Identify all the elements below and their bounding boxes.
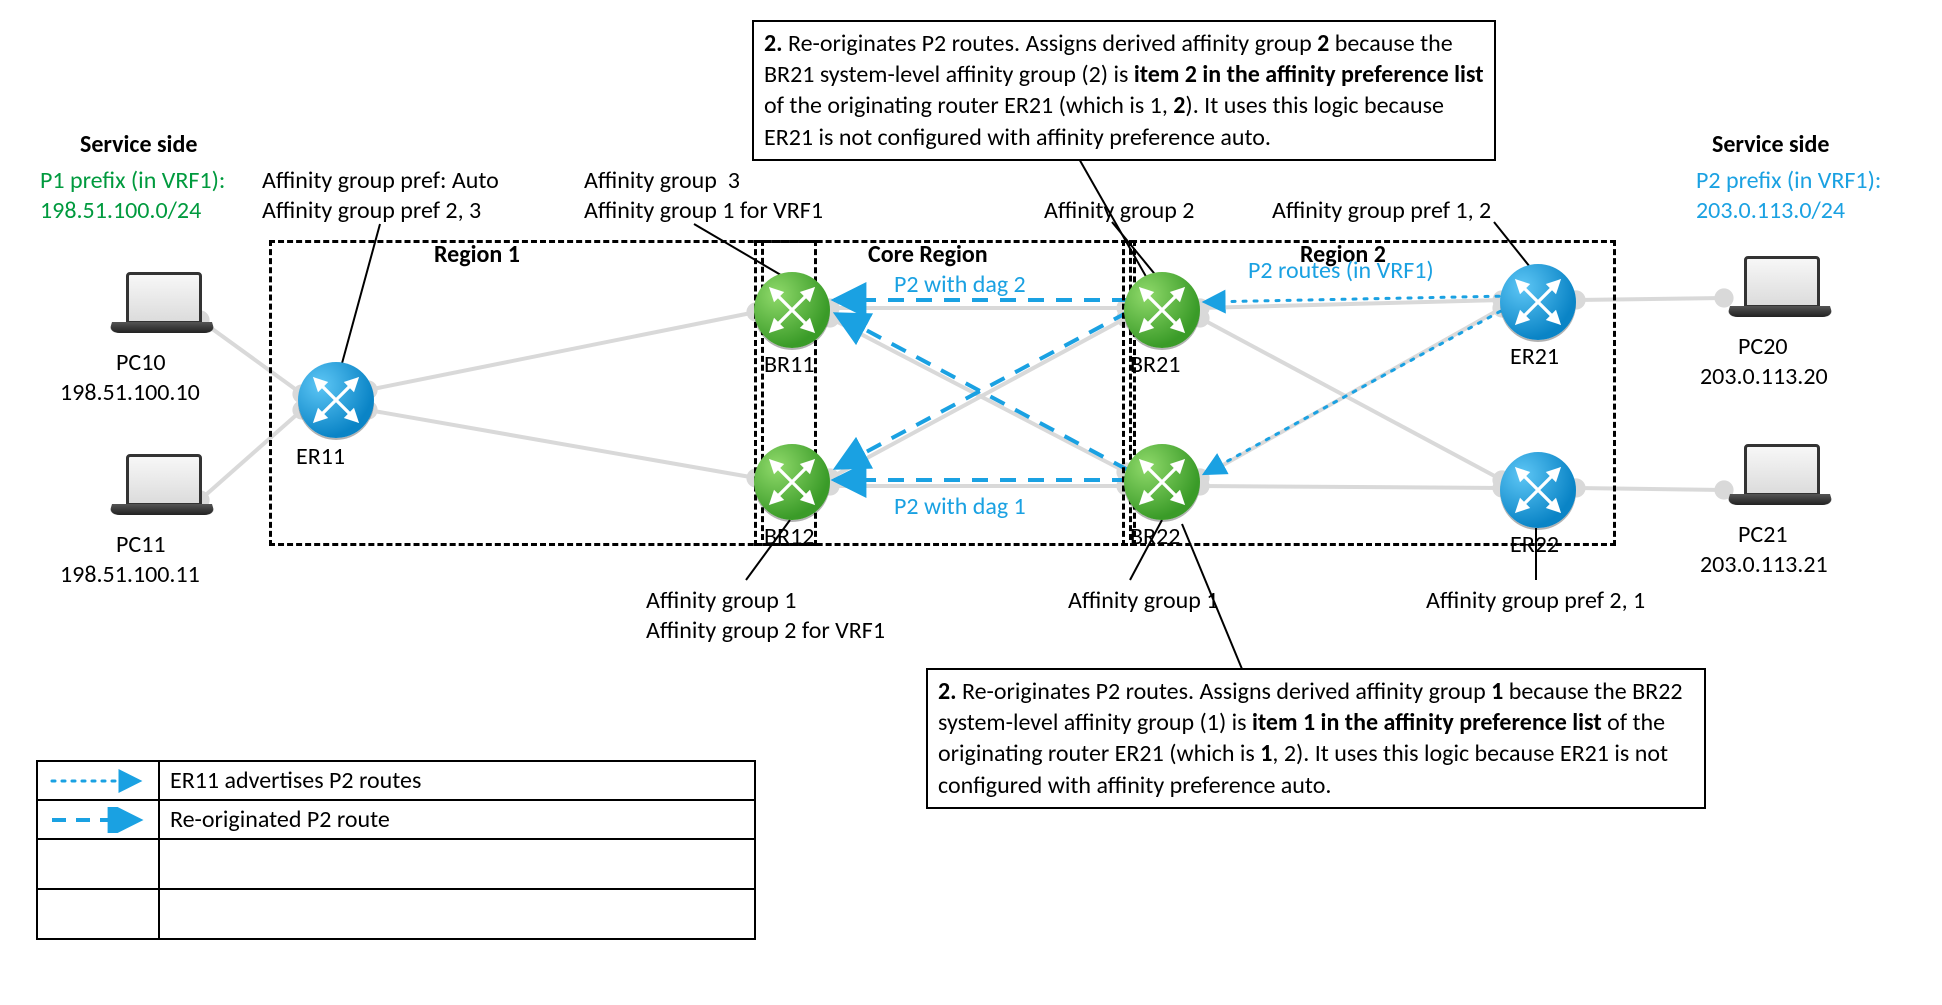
er21-affinity: Affinity group pref 1, 2 (1272, 196, 1491, 226)
core-region-label: Core Region (868, 240, 988, 270)
br11-router-icon (754, 272, 830, 348)
pc21-ip: 203.0.113.21 (1700, 550, 1828, 580)
br12-label: BR12 (764, 522, 814, 552)
br21-router-icon (1124, 272, 1200, 348)
er11-label: ER11 (296, 442, 345, 472)
legend-table: ER11 advertises P2 routes Re-originated … (36, 760, 756, 940)
legend-row2-text: Re-originated P2 route (159, 800, 755, 839)
legend-dashed-arrow-icon (48, 807, 148, 833)
br22-label: BR22 (1130, 522, 1180, 552)
br11-label: BR11 (764, 350, 814, 380)
diagram-canvas: { "headings": { "service_left": "Service… (0, 0, 1942, 1005)
legend-dotted-arrow-icon (48, 768, 148, 794)
br11-affinity-line2: Affinity group 1 for VRF1 (584, 196, 823, 226)
pc20-ip: 203.0.113.20 (1700, 362, 1828, 392)
legend-row-dashed: Re-originated P2 route (37, 800, 755, 839)
p2-prefix-line2: 203.0.113.0/24 (1696, 196, 1845, 226)
p2-dag2-label: P2 with dag 2 (894, 270, 1026, 300)
br12-router-icon (754, 444, 830, 520)
legend-row-dotted: ER11 advertises P2 routes (37, 761, 755, 800)
p2-routes-label: P2 routes (in VRF1) (1248, 256, 1434, 286)
br22-affinity: Affinity group 1 (1068, 586, 1218, 616)
pc10-laptop-icon (112, 272, 212, 342)
pc11-laptop-icon (112, 454, 212, 524)
pc10-name: PC10 (116, 348, 166, 378)
legend-row-empty-1 (37, 839, 755, 889)
service-side-left-heading: Service side (80, 130, 197, 160)
er22-router-icon (1500, 452, 1576, 528)
er21-router-icon (1500, 264, 1576, 340)
br22-router-icon (1124, 444, 1200, 520)
pc11-name: PC11 (116, 530, 166, 560)
pc21-name: PC21 (1738, 520, 1788, 550)
er11-affinity-line1: Affinity group pref: Auto (262, 166, 499, 196)
pc21-laptop-icon (1730, 444, 1830, 514)
pc11-ip: 198.51.100.11 (60, 560, 200, 590)
p2-prefix-line1: P2 prefix (in VRF1): (1696, 166, 1881, 196)
callout-br22: 2. Re-originates P2 routes. Assigns deri… (926, 668, 1706, 809)
legend-row-empty-2 (37, 889, 755, 939)
pc10-ip: 198.51.100.10 (60, 378, 200, 408)
er11-router-icon (298, 362, 374, 438)
br12-affinity-line1: Affinity group 1 (646, 586, 796, 616)
p1-prefix-line1: P1 prefix (in VRF1): (40, 166, 225, 196)
er22-affinity: Affinity group pref 2, 1 (1426, 586, 1645, 616)
callout-br21-step: 2. (764, 29, 783, 58)
er21-label: ER21 (1510, 342, 1559, 372)
br21-affinity: Affinity group 2 (1044, 196, 1194, 226)
service-side-right-heading: Service side (1712, 130, 1829, 160)
pc20-name: PC20 (1738, 332, 1788, 362)
region1-label: Region 1 (434, 240, 520, 270)
br21-label: BR21 (1130, 350, 1180, 380)
br12-affinity-line2: Affinity group 2 for VRF1 (646, 616, 885, 646)
p1-prefix-line2: 198.51.100.0/24 (40, 196, 201, 226)
p2-dag1-label: P2 with dag 1 (894, 492, 1026, 522)
br11-affinity-line1: Affinity group 3 (584, 166, 740, 196)
callout-br21: 2. Re-originates P2 routes. Assigns deri… (752, 20, 1496, 161)
er22-label: ER22 (1510, 530, 1559, 560)
er11-affinity-line2: Affinity group pref 2, 3 (262, 196, 481, 226)
legend-row1-text: ER11 advertises P2 routes (159, 761, 755, 800)
pc20-laptop-icon (1730, 256, 1830, 326)
callout-br22-step: 2. (938, 677, 957, 706)
